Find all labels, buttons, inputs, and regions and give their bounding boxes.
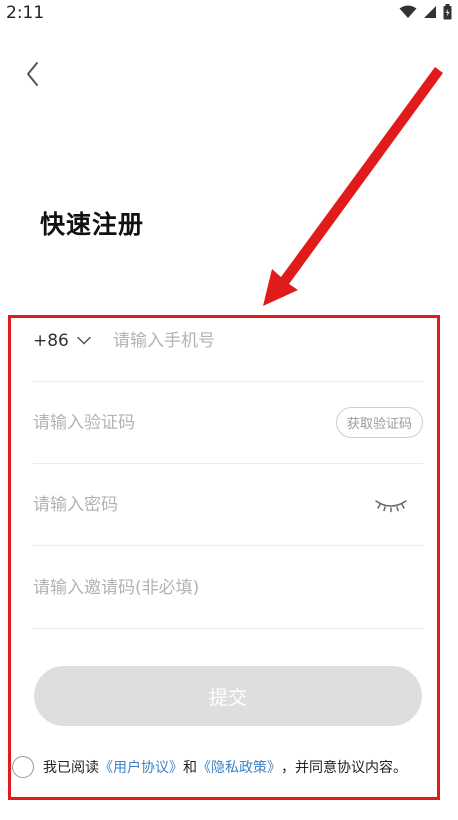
- country-code-label: +86: [33, 330, 69, 351]
- status-time: 2:11: [6, 3, 45, 23]
- status-bar: 2:11: [0, 0, 458, 28]
- phone-row: +86: [33, 300, 423, 382]
- status-icons: [399, 4, 452, 20]
- password-row: [33, 464, 423, 546]
- get-code-button[interactable]: 获取验证码: [335, 407, 423, 438]
- verification-code-row: 获取验证码: [33, 382, 423, 464]
- eye-closed-icon: [375, 499, 407, 512]
- phone-input[interactable]: [113, 320, 423, 361]
- password-visibility-toggle[interactable]: [373, 495, 409, 515]
- page-title: 快速注册: [40, 210, 145, 239]
- user-agreement-link[interactable]: 《用户协议》: [99, 757, 183, 777]
- invite-code-input[interactable]: [33, 567, 423, 608]
- agreement-and: 和: [183, 760, 197, 776]
- signal-icon: [424, 6, 436, 18]
- back-button[interactable]: [20, 58, 46, 90]
- agreement-checkbox[interactable]: [12, 756, 34, 778]
- password-input[interactable]: [33, 484, 373, 525]
- agreement-row: 我已阅读 《用户协议》 和 《隐私政策》 ，并同意协议内容。: [12, 756, 407, 778]
- country-code-selector[interactable]: +86: [33, 331, 113, 351]
- submit-button[interactable]: 提交: [34, 666, 422, 726]
- chevron-left-icon: [27, 62, 38, 86]
- privacy-policy-link[interactable]: 《隐私政策》: [197, 757, 281, 777]
- agreement-prefix: 我已阅读: [43, 760, 99, 776]
- battery-icon: [443, 4, 452, 20]
- chevron-down-icon: [77, 336, 91, 345]
- wifi-icon: [399, 5, 417, 18]
- verification-code-input[interactable]: [33, 402, 336, 443]
- invite-code-row: [33, 547, 423, 629]
- agreement-suffix: ，并同意协议内容。: [281, 760, 407, 776]
